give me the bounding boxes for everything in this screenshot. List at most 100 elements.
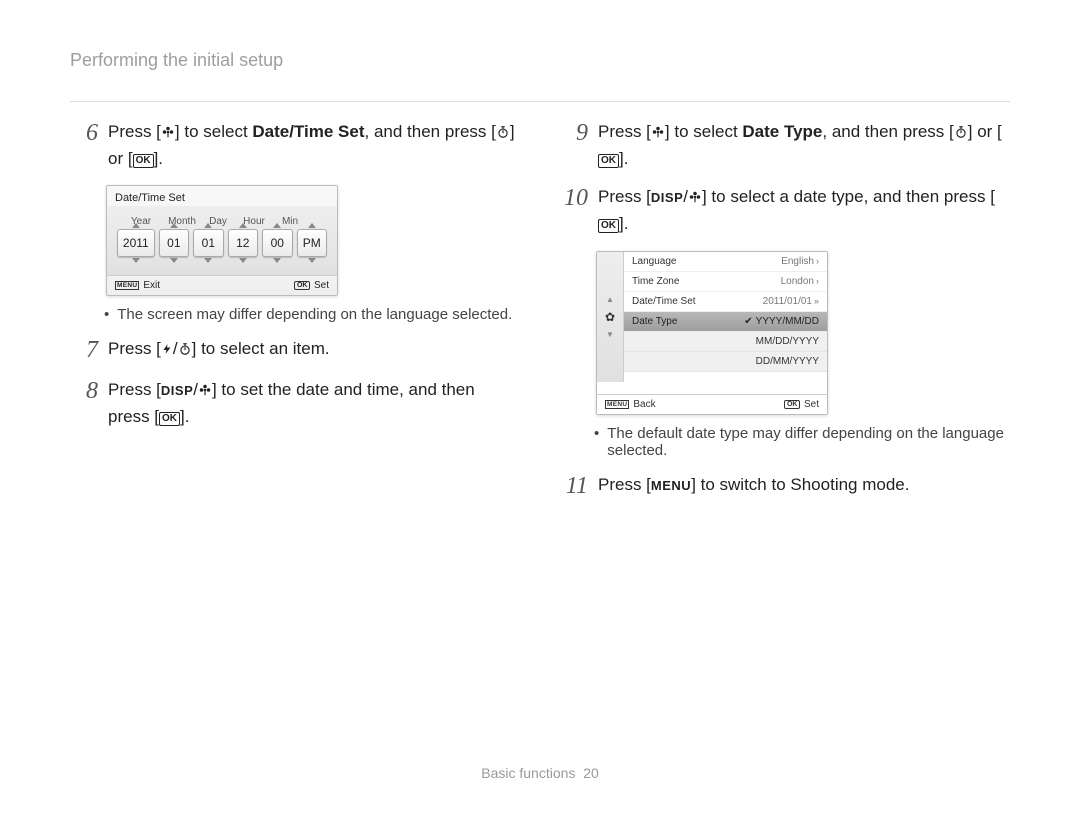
screen-title: Date/Time Set bbox=[107, 186, 337, 206]
screen-footer: MENU Back OK Set bbox=[597, 394, 827, 414]
bold-text: Date Type bbox=[742, 122, 822, 141]
value: 12 bbox=[229, 230, 257, 256]
right-column: 9 Press [] to select Date Type, and then… bbox=[560, 120, 1010, 513]
spinner-min[interactable]: 00 bbox=[262, 229, 292, 257]
text: Press [ bbox=[598, 475, 651, 494]
spinner-hour[interactable]: 12 bbox=[228, 229, 258, 257]
footer-section: Basic functions bbox=[481, 765, 575, 781]
step-9: 9 Press [ ] to select Date Type, and then… bbox=[560, 120, 1010, 171]
note-text: The screen may differ depending on the l… bbox=[117, 306, 512, 323]
value: 01 bbox=[194, 230, 222, 256]
page-footer: Basic functions 20 bbox=[0, 765, 1080, 781]
step-number: 8 bbox=[70, 378, 98, 404]
disp-icon: DISP bbox=[651, 190, 683, 205]
text: ] to select a date type, and then press … bbox=[702, 187, 995, 206]
ok-icon: OK bbox=[784, 400, 800, 409]
text: , and then press [ bbox=[365, 122, 496, 141]
set-label: Set bbox=[314, 280, 329, 291]
step-10: 10 Press [DISP/] to select a date type, … bbox=[560, 185, 1010, 236]
menu-sidebar: ▲ ✿ ▼ bbox=[597, 252, 624, 382]
step-7: 7 Press [/] to select an item. bbox=[70, 337, 520, 364]
settings-screen: ▲ ✿ ▼ Language English› Time ZoneLondon› … bbox=[596, 251, 828, 415]
step-11: 11 Press [MENU] to switch to Shooting mo… bbox=[560, 473, 1010, 499]
text: ]. bbox=[154, 149, 163, 168]
spinner-month[interactable]: 01 bbox=[159, 229, 189, 257]
note-text: The default date type may differ dependi… bbox=[607, 425, 1010, 459]
ok-icon: OK bbox=[159, 412, 180, 426]
datetime-labels: Year Month Day Hour Min bbox=[107, 206, 337, 229]
menu-row-datetime[interactable]: Date/Time Set2011/01/01» bbox=[624, 292, 827, 312]
value: 2011 bbox=[118, 230, 154, 256]
datetime-screen: Date/Time Set Year Month Day Hour Min 20… bbox=[106, 185, 338, 296]
ok-icon: OK bbox=[133, 154, 154, 168]
ok-icon: OK bbox=[598, 154, 619, 168]
spinner-row: 2011 01 01 12 00 PM bbox=[107, 229, 337, 263]
menu-list: Language English› Time ZoneLondon› Date/T… bbox=[624, 252, 827, 382]
value: MM/DD/YYYY bbox=[756, 336, 819, 347]
step-number: 11 bbox=[560, 473, 588, 499]
value: 00 bbox=[263, 230, 291, 256]
text: ] to select bbox=[175, 122, 252, 141]
back-label: Back bbox=[633, 399, 655, 410]
divider bbox=[70, 101, 1010, 102]
value: English bbox=[781, 256, 814, 267]
ok-icon: OK bbox=[598, 219, 619, 233]
text: Press [ bbox=[108, 339, 161, 358]
label: Date Type bbox=[632, 316, 677, 327]
text: Press [ bbox=[598, 122, 651, 141]
bold-text: Date/Time Set bbox=[252, 122, 364, 141]
text: Press [ bbox=[108, 380, 161, 399]
macro-flower-icon bbox=[198, 380, 212, 405]
value: YYYY/MM/DD bbox=[756, 316, 819, 327]
step-8: 8 Press [DISP/] to set the date and time… bbox=[70, 378, 520, 429]
label-year: Year bbox=[121, 216, 161, 227]
macro-flower-icon bbox=[161, 122, 175, 147]
label: Time Zone bbox=[632, 276, 679, 287]
menu-row-timezone[interactable]: Time ZoneLondon› bbox=[624, 272, 827, 292]
disp-icon: DISP bbox=[161, 383, 193, 398]
menu-icon: MENU bbox=[115, 281, 139, 290]
step-number: 9 bbox=[560, 120, 588, 146]
step-number: 7 bbox=[70, 337, 98, 363]
text: Press [ bbox=[108, 122, 161, 141]
chevron-right-icon: › bbox=[816, 276, 819, 286]
macro-flower-icon bbox=[651, 122, 665, 147]
text: ] to select bbox=[665, 122, 742, 141]
menu-row-language[interactable]: Language English› bbox=[624, 252, 827, 272]
menu-option-2[interactable]: MM/DD/YYYY bbox=[624, 332, 827, 352]
spinner-day[interactable]: 01 bbox=[193, 229, 223, 257]
step-number: 10 bbox=[560, 185, 588, 211]
menu-icon: MENU bbox=[651, 478, 691, 493]
value: DD/MM/YYYY bbox=[756, 356, 819, 367]
text: ]. bbox=[619, 214, 628, 233]
menu-option-3[interactable]: DD/MM/YYYY bbox=[624, 352, 827, 372]
text: Press [ bbox=[598, 187, 651, 206]
chevron-right-icon: › bbox=[816, 256, 819, 266]
label: Date/Time Set bbox=[632, 296, 696, 307]
self-timer-icon bbox=[496, 122, 510, 147]
text: , and then press [ bbox=[822, 122, 953, 141]
chevron-double-right-icon: » bbox=[814, 296, 819, 306]
text: ] or [ bbox=[968, 122, 1002, 141]
note-6: •The screen may differ depending on the … bbox=[104, 306, 520, 323]
text: ] to select an item. bbox=[192, 339, 330, 358]
label: Language bbox=[632, 256, 677, 267]
step-6: 6 Press [] to select Date/Time Set, and … bbox=[70, 120, 520, 171]
self-timer-icon bbox=[178, 339, 192, 364]
spinner-ampm[interactable]: PM bbox=[297, 229, 327, 257]
menu-row-datetype[interactable]: Date Type ✔ YYYY/MM/DD bbox=[624, 312, 827, 332]
menu-icon: MENU bbox=[605, 400, 629, 409]
value: PM bbox=[298, 230, 326, 256]
ok-icon: OK bbox=[294, 281, 310, 290]
spinner-year[interactable]: 2011 bbox=[117, 229, 155, 257]
note-10: •The default date type may differ depend… bbox=[594, 425, 1010, 459]
exit-label: Exit bbox=[143, 280, 160, 291]
set-label: Set bbox=[804, 399, 819, 410]
macro-flower-icon bbox=[688, 187, 702, 212]
gear-icon: ✿ bbox=[605, 310, 615, 324]
text: ]. bbox=[180, 407, 189, 426]
self-timer-icon bbox=[954, 122, 968, 147]
value: 01 bbox=[160, 230, 188, 256]
check-icon: ✔ bbox=[744, 316, 752, 327]
flash-icon bbox=[161, 339, 173, 364]
